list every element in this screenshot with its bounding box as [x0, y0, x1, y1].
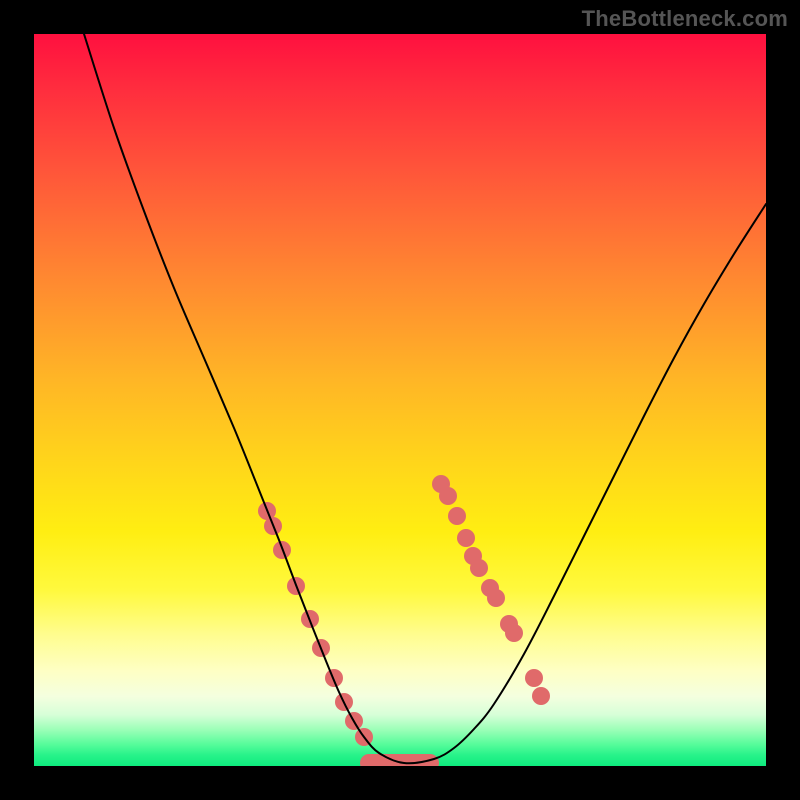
- scatter-dots: [258, 475, 550, 746]
- chart-frame: TheBottleneck.com: [0, 0, 800, 800]
- bottleneck-curve: [84, 34, 766, 763]
- curve-layer: [34, 34, 766, 766]
- plot-area: [34, 34, 766, 766]
- attribution-text: TheBottleneck.com: [582, 6, 788, 32]
